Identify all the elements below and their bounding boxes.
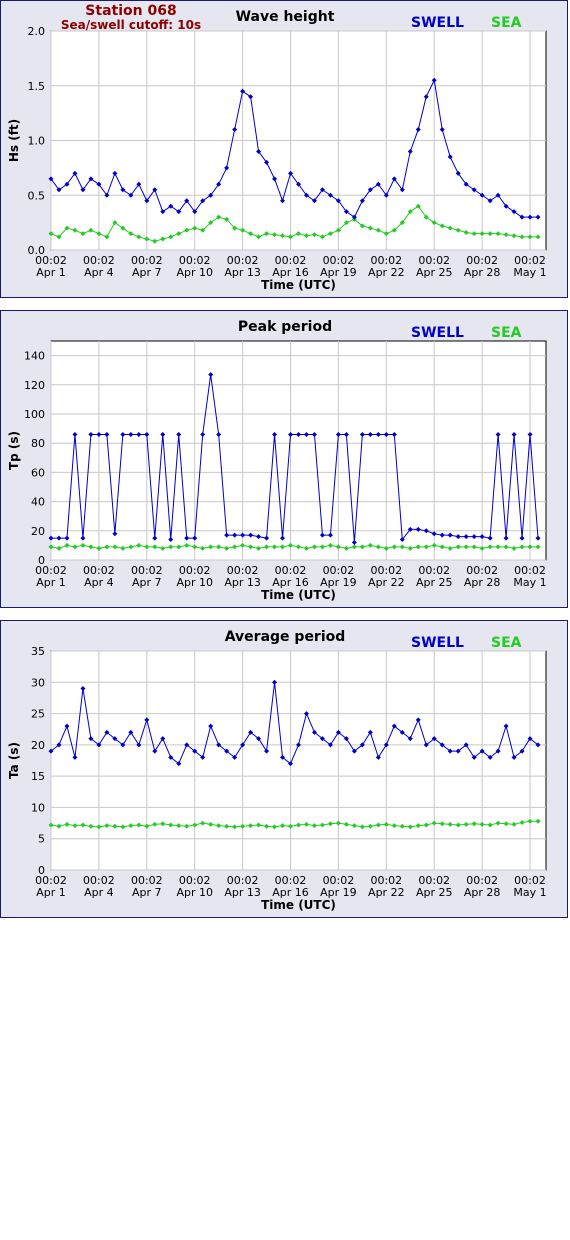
x-axis-label: Time (UTC) — [261, 588, 336, 602]
x-tick-date: Apr 1 — [36, 576, 66, 589]
legend-swell: SWELL — [411, 635, 464, 651]
y-tick-label: 80 — [31, 437, 45, 450]
x-tick-date: Apr 13 — [224, 886, 261, 899]
y-axis-label: Hs (ft) — [7, 119, 21, 162]
x-tick-date: Apr 28 — [464, 576, 501, 589]
x-tick-date: Apr 22 — [368, 266, 405, 279]
y-axis-label: Tp (s) — [7, 431, 21, 470]
y-axis-label: Ta (s) — [7, 742, 21, 779]
peak-period-panel: 0 20 40 60 80 100 120 140 00:02 Apr 1 00:02 Apr 4 00… — [0, 310, 568, 608]
average-period-panel: 0 5 10 15 20 25 30 35 00:02 Apr 1 00:02 Apr 4 00:02 A… — [0, 620, 568, 918]
x-tick-date: Apr 22 — [368, 886, 405, 899]
x-tick-date: Apr 22 — [368, 576, 405, 589]
y-tick-label: 0.5 — [28, 189, 46, 202]
y-tick-label: 35 — [31, 645, 45, 658]
x-tick-date: Apr 7 — [132, 266, 162, 279]
x-tick-date: Apr 10 — [176, 576, 213, 589]
chart-title: Peak period — [238, 319, 332, 335]
wave-height-chart: 0.00.51.01.52.000:02Apr 100:02Apr 400:02… — [7, 3, 547, 292]
y-tick-label: 60 — [31, 466, 45, 479]
y-tick-label: 5 — [38, 833, 45, 846]
y-tick-label: 2.0 — [28, 25, 46, 38]
x-tick-date: May 1 — [513, 576, 546, 589]
x-tick-date: Apr 10 — [176, 886, 213, 899]
x-axis-label: Time (UTC) — [261, 278, 336, 292]
chart-title: Wave height — [236, 9, 335, 25]
y-tick-label: 120 — [24, 379, 45, 392]
x-tick-date: Apr 7 — [132, 886, 162, 899]
x-tick-date: Apr 13 — [224, 266, 261, 279]
x-tick-date: May 1 — [513, 266, 546, 279]
x-tick-date: Apr 1 — [36, 266, 66, 279]
x-tick-date: Apr 4 — [84, 576, 114, 589]
legend-swell: SWELL — [411, 15, 464, 31]
x-tick-date: Apr 7 — [132, 576, 162, 589]
y-tick-label: 15 — [31, 770, 45, 783]
wave-height-panel: 0.0 0.5 1.0 1.5 2.0 00:02 Apr 1 00:02 Apr 4 00:02… — [0, 0, 568, 298]
x-tick-date: Apr 28 — [464, 886, 501, 899]
x-axis-label: Time (UTC) — [261, 898, 336, 912]
y-tick-label: 40 — [31, 496, 45, 509]
chart-title: Average period — [225, 629, 346, 645]
y-tick-label: 30 — [31, 676, 45, 689]
x-tick-date: Apr 10 — [176, 266, 213, 279]
y-tick-label: 1.5 — [28, 80, 46, 93]
cutoff-label: Sea/swell cutoff: 10s — [61, 18, 201, 32]
peak-period-chart: 02040608010012014000:02Apr 100:02Apr 400… — [7, 319, 547, 602]
legend-swell: SWELL — [411, 325, 464, 341]
legend-sea: SEA — [491, 325, 522, 341]
y-tick-label: 20 — [31, 525, 45, 538]
y-tick-label: 100 — [24, 408, 45, 421]
x-tick-date: Apr 4 — [84, 886, 114, 899]
station-title: Station 068 — [85, 3, 176, 19]
plot-area — [50, 650, 547, 871]
x-tick-date: Apr 25 — [416, 266, 453, 279]
x-tick-date: Apr 13 — [224, 576, 261, 589]
y-tick-label: 140 — [24, 350, 45, 363]
legend-sea: SEA — [491, 15, 522, 31]
x-tick-date: Apr 28 — [464, 266, 501, 279]
x-tick-date: Apr 25 — [416, 886, 453, 899]
y-tick-label: 10 — [31, 801, 45, 814]
x-tick-date: Apr 1 — [36, 886, 66, 899]
plot-area — [50, 340, 547, 561]
y-tick-label: 1.0 — [28, 135, 46, 148]
y-tick-label: 25 — [31, 708, 45, 721]
x-tick-date: Apr 25 — [416, 576, 453, 589]
legend-sea: SEA — [491, 635, 522, 651]
average-period-chart: 0510152025303500:02Apr 100:02Apr 400:02A… — [7, 629, 547, 912]
x-tick-date: Apr 4 — [84, 266, 114, 279]
y-tick-label: 20 — [31, 739, 45, 752]
x-tick-date: May 1 — [513, 886, 546, 899]
